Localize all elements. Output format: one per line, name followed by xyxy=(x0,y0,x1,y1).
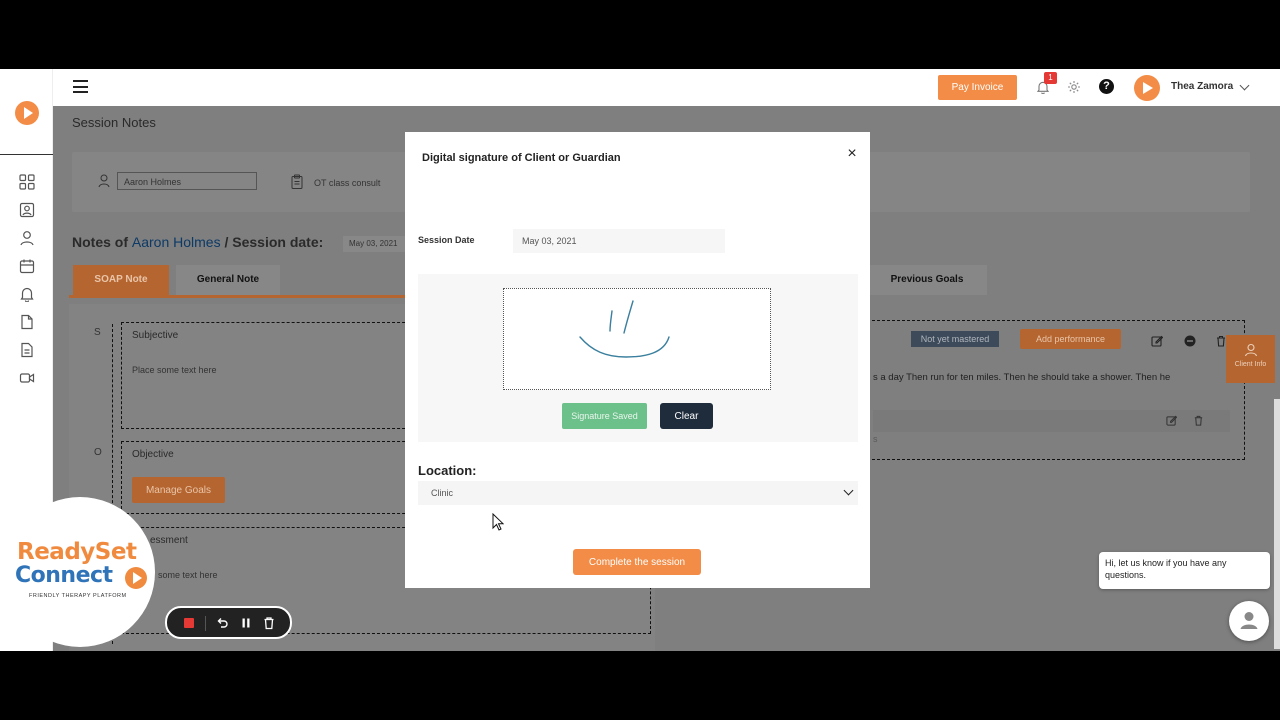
play-icon xyxy=(125,567,147,589)
notes-icon[interactable] xyxy=(19,342,35,358)
location-select[interactable]: Clinic xyxy=(418,481,858,505)
user-icon xyxy=(1244,343,1257,357)
manage-goals-button[interactable]: Manage Goals xyxy=(132,477,225,503)
clipboard-icon xyxy=(291,174,303,189)
signature-section: Signature Saved Clear xyxy=(418,274,858,442)
user-name[interactable]: Thea Zamora xyxy=(1171,81,1233,92)
trash-icon[interactable] xyxy=(262,616,276,630)
class-label: OT class consult xyxy=(314,178,381,188)
document-icon[interactable] xyxy=(19,314,35,330)
session-date-chip[interactable]: May 03, 2021 xyxy=(343,236,408,252)
screen-recorder-bar xyxy=(165,606,292,639)
readyset-connect-logo: ReadySet Connect FRIENDLY THERAPY PLATFO… xyxy=(5,497,155,647)
notes-client-name[interactable]: Aaron Holmes xyxy=(132,234,221,250)
page-title: Session Notes xyxy=(72,115,156,130)
pause-icon[interactable] xyxy=(239,616,253,630)
dashboard-icon[interactable] xyxy=(19,174,35,190)
soap-letter-s: S xyxy=(94,327,101,338)
goal-description: s a day Then run for ten miles. Then he … xyxy=(873,372,1171,383)
logo-tagline: FRIENDLY THERAPY PLATFORM xyxy=(29,593,127,599)
trash-icon[interactable] xyxy=(1193,415,1204,426)
agent-avatar-icon xyxy=(1240,612,1258,629)
calendar-icon[interactable] xyxy=(19,258,35,274)
menu-icon[interactable] xyxy=(73,80,88,93)
contact-card-icon[interactable] xyxy=(19,202,35,218)
person-icon xyxy=(98,174,110,188)
location-value: Clinic xyxy=(431,488,454,498)
undo-icon[interactable] xyxy=(215,616,229,630)
assessment-label: essment xyxy=(150,535,188,546)
logo-word-ready: ReadySet xyxy=(17,539,137,565)
session-date-label: / Session date: xyxy=(224,234,324,250)
signature-stroke xyxy=(579,300,670,358)
video-icon[interactable] xyxy=(19,370,35,386)
modal-title: Digital signature of Client or Guardian xyxy=(422,152,621,164)
avatar[interactable] xyxy=(1134,75,1160,101)
chat-message[interactable]: Hi, let us know if you have any question… xyxy=(1099,552,1270,589)
chevron-down-icon[interactable] xyxy=(1239,80,1250,91)
user-icon[interactable] xyxy=(19,230,35,246)
objective-label: Objective xyxy=(132,449,174,460)
signature-modal: Digital signature of Client or Guardian … xyxy=(405,132,870,588)
edit-icon[interactable] xyxy=(1166,415,1177,426)
notes-prefix: Notes of xyxy=(72,234,128,250)
sidebar-divider xyxy=(0,154,53,155)
tab-soap-note[interactable]: SOAP Note xyxy=(73,265,169,295)
chevron-down-icon[interactable] xyxy=(843,485,854,496)
signature-saved-button[interactable]: Signature Saved xyxy=(562,403,647,429)
stop-record-icon[interactable] xyxy=(184,618,194,628)
soap-letter-o: O xyxy=(94,447,102,458)
add-performance-button[interactable]: Add performance xyxy=(1020,329,1121,349)
mouse-cursor-icon xyxy=(492,513,504,531)
edit-icon[interactable] xyxy=(1151,335,1163,347)
notification-badge: 1 xyxy=(1044,72,1057,84)
goal-row xyxy=(873,410,1230,432)
app-logo-icon[interactable] xyxy=(15,101,39,125)
status-badge: Not yet mastered xyxy=(911,331,999,347)
session-date-field-label: Session Date xyxy=(418,235,475,245)
tab-general-note[interactable]: General Note xyxy=(176,265,280,295)
goal-row-text: s xyxy=(873,434,878,444)
remove-icon[interactable] xyxy=(1184,335,1196,347)
close-icon[interactable]: × xyxy=(845,146,859,162)
chat-launcher[interactable] xyxy=(1229,601,1269,641)
recorder-divider xyxy=(205,616,206,631)
gear-icon[interactable] xyxy=(1067,80,1081,94)
assessment-placeholder: some text here xyxy=(158,570,218,580)
subjective-label: Subjective xyxy=(132,330,179,341)
client-info-tab[interactable]: Client Info xyxy=(1226,335,1275,383)
complete-session-button[interactable]: Complete the session xyxy=(573,549,701,575)
subjective-placeholder: Place some text here xyxy=(132,365,217,375)
app-screen: Pay Invoice 1 ? Thea Zamora Session Note… xyxy=(0,69,1280,651)
top-bar: Pay Invoice 1 ? Thea Zamora xyxy=(53,69,1280,106)
notes-heading: Notes of Aaron Holmes / Session date: xyxy=(72,234,323,250)
clear-signature-button[interactable]: Clear xyxy=(660,403,713,429)
logo-word-connect: Connect xyxy=(15,563,113,588)
location-label: Location: xyxy=(418,463,477,478)
client-info-label: Client Info xyxy=(1234,361,1267,368)
client-select[interactable]: Aaron Holmes xyxy=(117,172,257,190)
pay-invoice-button[interactable]: Pay Invoice xyxy=(938,75,1017,100)
help-icon[interactable]: ? xyxy=(1099,79,1114,94)
scrollbar[interactable] xyxy=(1274,399,1280,649)
active-tab-underline xyxy=(69,295,409,298)
notification-icon[interactable] xyxy=(19,286,35,302)
tab-previous-goals[interactable]: Previous Goals xyxy=(867,265,987,295)
signature-canvas[interactable] xyxy=(503,288,771,390)
session-date-field[interactable]: May 03, 2021 xyxy=(513,229,725,253)
